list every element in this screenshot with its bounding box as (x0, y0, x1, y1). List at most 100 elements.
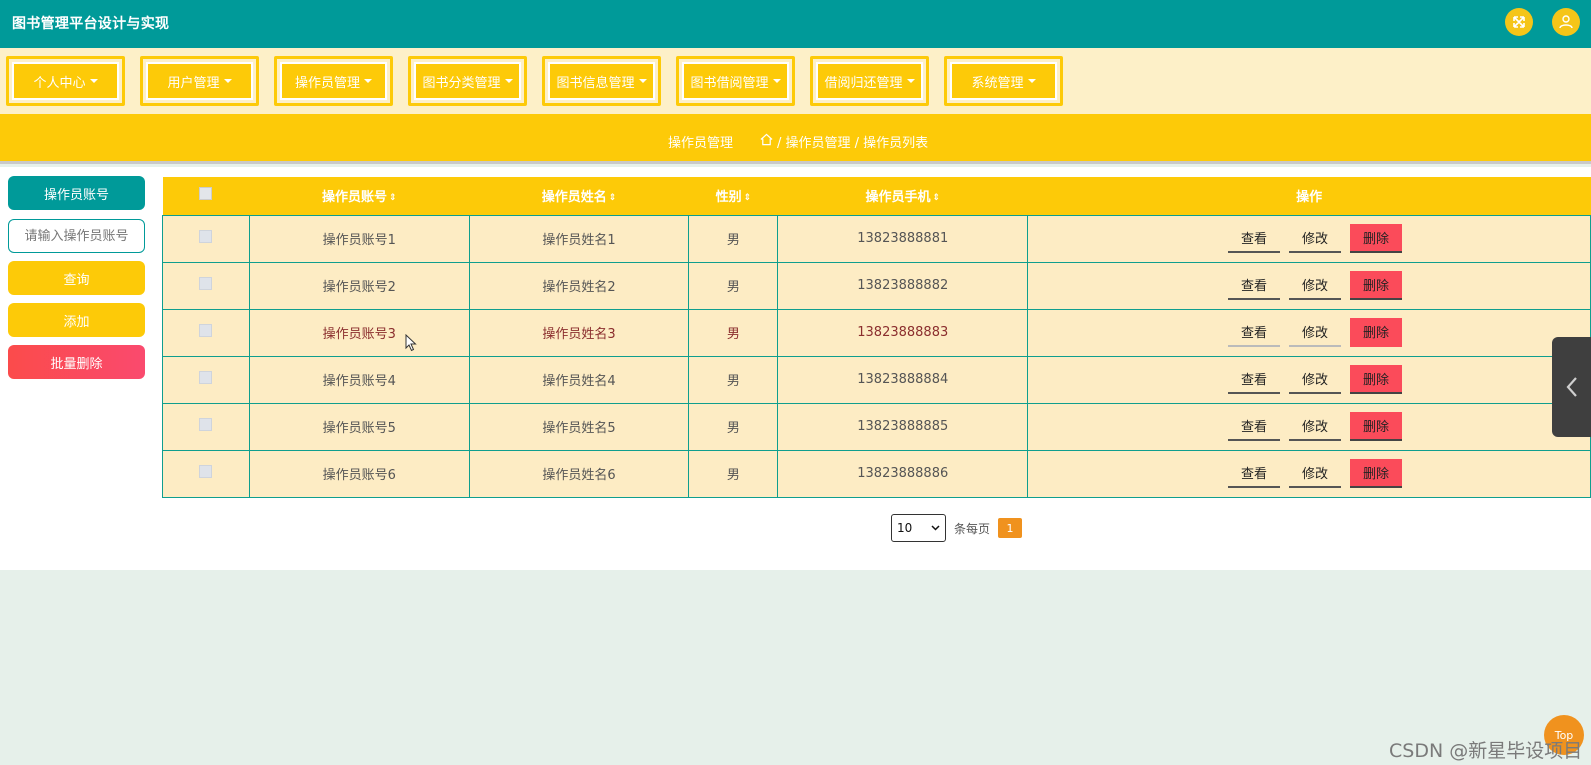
chevron-down-icon (772, 79, 781, 83)
cell-account: 操作员账号4 (248, 355, 470, 404)
nav-label: 借阅归还管理 (824, 75, 903, 91)
user-icon[interactable] (1552, 8, 1580, 36)
col-ops: 操作 (1027, 177, 1591, 215)
col-label: 操作员账号 (322, 190, 388, 206)
cell-name: 操作员姓名5 (468, 402, 690, 451)
table-row: 操作员账号6 操作员姓名6 男 13823888886 查看 修改 删除 (162, 449, 1591, 498)
query-button[interactable]: 查询 (8, 261, 145, 295)
edit-button[interactable]: 修改 (1289, 318, 1341, 347)
nav-operator-management[interactable]: 操作员管理 (274, 56, 393, 106)
row-checkbox[interactable] (199, 277, 213, 290)
delete-button[interactable]: 删除 (1350, 459, 1402, 488)
cell-phone: 13823888886 (777, 449, 1029, 498)
cell-phone: 13823888884 (777, 355, 1029, 404)
delete-button[interactable]: 删除 (1350, 271, 1402, 300)
table-row: 操作员账号3 操作员姓名3 男 13823888883 查看 修改 删除 (162, 308, 1591, 357)
main-nav: 个人中心 用户管理 操作员管理 图书分类管理 图书信息管理 图书借阅管理 借阅归… (0, 48, 1591, 114)
page-title: 操作员管理 (668, 136, 734, 151)
cell-gender: 男 (688, 402, 779, 451)
add-button[interactable]: 添加 (8, 303, 145, 337)
nav-return-management[interactable]: 借阅归还管理 (810, 56, 929, 106)
nav-borrow-management[interactable]: 图书借阅管理 (676, 56, 795, 106)
nav-user-management[interactable]: 用户管理 (140, 56, 259, 106)
pagination: 10 条每页 1 (891, 514, 1023, 542)
cell-account: 操作员账号1 (248, 214, 470, 263)
app-title: 图书管理平台设计与实现 (12, 16, 170, 32)
delete-button[interactable]: 删除 (1350, 224, 1402, 253)
table-row: 操作员账号4 操作员姓名4 男 13823888884 查看 修改 删除 (162, 355, 1591, 404)
nav-label: 操作员管理 (294, 75, 360, 91)
chevron-down-icon (931, 525, 940, 531)
side-panel-toggle[interactable] (1552, 337, 1591, 437)
chevron-left-icon (1566, 377, 1577, 397)
chevron-down-icon (1027, 79, 1036, 83)
chevron-down-icon (906, 79, 915, 83)
edit-button[interactable]: 修改 (1289, 459, 1341, 488)
col-label: 性别 (715, 190, 742, 206)
cell-gender: 男 (688, 449, 779, 498)
row-checkbox[interactable] (199, 371, 213, 384)
edit-button[interactable]: 修改 (1289, 271, 1341, 300)
nav-category-management[interactable]: 图书分类管理 (408, 56, 527, 106)
main-content: 操作员账号 查询 添加 批量删除 操作员账号⇕ 操作员姓名⇕ 性别⇕ 操作员手机… (0, 167, 1591, 570)
cell-name: 操作员姓名2 (468, 261, 690, 310)
breadcrumb-path: / 操作员管理 / 操作员列表 (777, 136, 929, 151)
select-all-checkbox[interactable] (199, 187, 213, 201)
account-search-input[interactable] (8, 219, 145, 253)
cell-account: 操作员账号5 (248, 402, 470, 451)
sort-icon: ⇕ (932, 192, 941, 203)
row-checkbox[interactable] (199, 465, 213, 478)
edit-button[interactable]: 修改 (1289, 224, 1341, 253)
nav-system-management[interactable]: 系统管理 (944, 56, 1063, 106)
view-button[interactable]: 查看 (1228, 318, 1280, 347)
col-name[interactable]: 操作员姓名 ⇕ (469, 177, 689, 215)
row-checkbox[interactable] (199, 324, 213, 337)
breadcrumb: / 操作员管理 / 操作员列表 (760, 132, 928, 151)
cell-phone: 13823888885 (777, 402, 1029, 451)
nav-label: 图书信息管理 (556, 75, 635, 91)
cell-name: 操作员姓名1 (468, 214, 690, 263)
page-size-select[interactable]: 10 (891, 514, 946, 542)
col-gender[interactable]: 性别 ⇕ (688, 177, 778, 215)
edit-button[interactable]: 修改 (1289, 412, 1341, 441)
sort-icon: ⇕ (389, 192, 397, 203)
view-button[interactable]: 查看 (1228, 224, 1280, 253)
delete-button[interactable]: 删除 (1350, 365, 1402, 394)
cell-gender: 男 (688, 261, 779, 310)
page-number-current[interactable]: 1 (998, 518, 1023, 538)
app-header: 图书管理平台设计与实现 (0, 0, 1591, 48)
view-button[interactable]: 查看 (1228, 271, 1280, 300)
nav-personal-center[interactable]: 个人中心 (6, 56, 125, 106)
view-button[interactable]: 查看 (1228, 459, 1280, 488)
delete-button[interactable]: 删除 (1350, 318, 1402, 347)
col-account[interactable]: 操作员账号 ⇕ (249, 177, 470, 215)
table-row: 操作员账号2 操作员姓名2 男 13823888882 查看 修改 删除 (162, 261, 1591, 310)
home-icon[interactable] (760, 133, 773, 150)
search-field-label: 操作员账号 (8, 176, 145, 210)
batch-delete-button[interactable]: 批量删除 (8, 345, 145, 379)
chevron-down-icon (223, 79, 232, 83)
mouse-cursor-icon (405, 334, 417, 352)
cell-phone: 13823888883 (777, 308, 1029, 357)
chevron-down-icon (89, 79, 98, 83)
col-label: 操作员姓名 (541, 190, 607, 206)
cell-gender: 男 (688, 355, 779, 404)
chevron-down-icon (504, 79, 513, 83)
table-row: 操作员账号5 操作员姓名5 男 13823888885 查看 修改 删除 (162, 402, 1591, 451)
watermark: CSDN @新星毕设项目 (1389, 740, 1583, 762)
delete-button[interactable]: 删除 (1350, 412, 1402, 441)
nav-book-info-management[interactable]: 图书信息管理 (542, 56, 661, 106)
table-header-row: 操作员账号 ⇕ 操作员姓名 ⇕ 性别 ⇕ 操作员手机 ⇕ 操作 (162, 177, 1591, 215)
cell-phone: 13823888882 (777, 261, 1029, 310)
nav-label: 图书分类管理 (422, 75, 501, 91)
fullscreen-icon[interactable] (1505, 8, 1533, 36)
col-phone[interactable]: 操作员手机 ⇕ (777, 177, 1028, 215)
view-button[interactable]: 查看 (1228, 412, 1280, 441)
breadcrumb-bar: 操作员管理 / 操作员管理 / 操作员列表 (0, 114, 1591, 164)
row-checkbox[interactable] (199, 418, 213, 431)
cell-name: 操作员姓名4 (468, 355, 690, 404)
view-button[interactable]: 查看 (1228, 365, 1280, 394)
edit-button[interactable]: 修改 (1289, 365, 1341, 394)
cell-name: 操作员姓名6 (468, 449, 690, 498)
row-checkbox[interactable] (199, 230, 213, 243)
